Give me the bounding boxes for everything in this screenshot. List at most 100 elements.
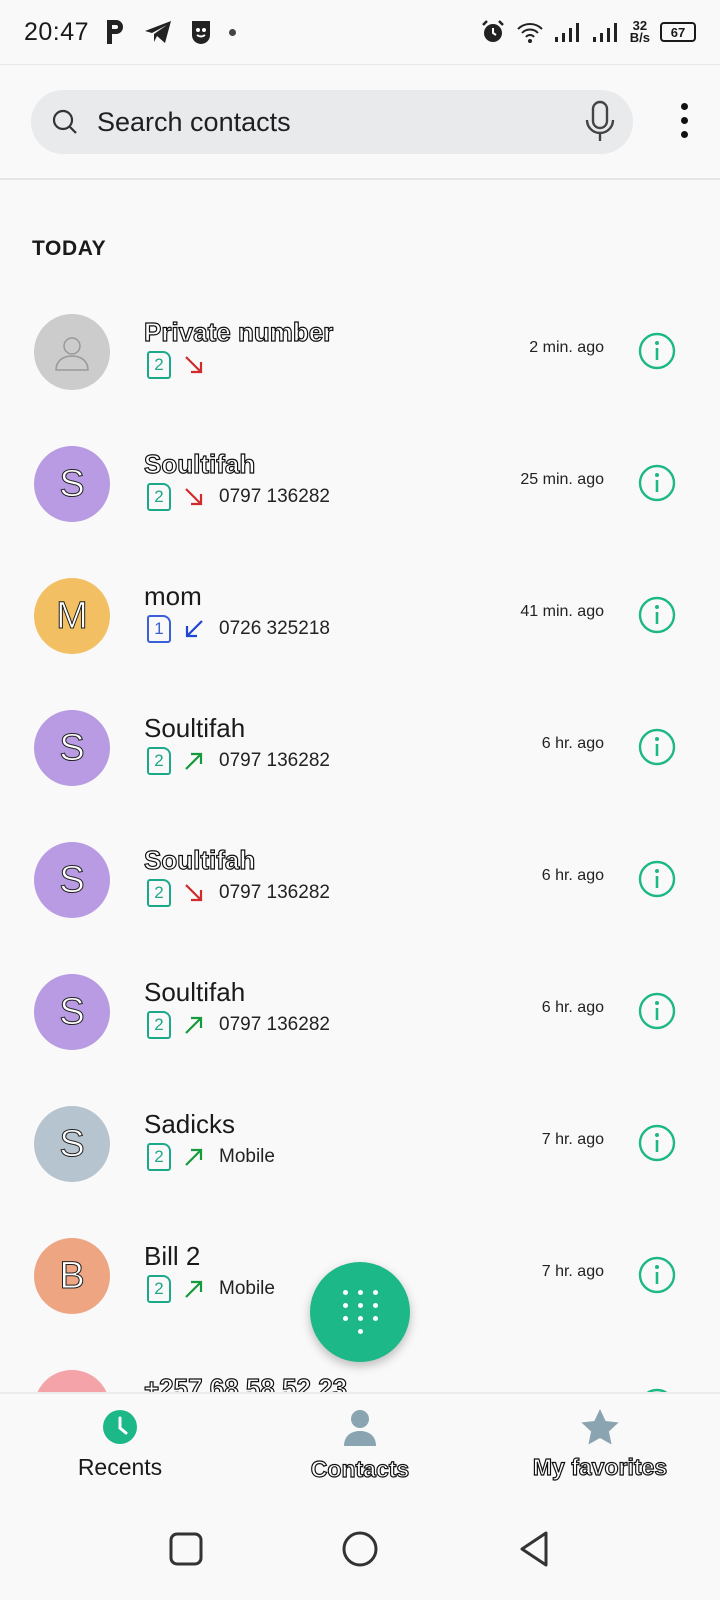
info-icon[interactable]: [638, 332, 676, 370]
avatar: S: [34, 710, 110, 786]
call-time: 7 hr. ago: [541, 1263, 604, 1280]
outgoing-call-arrow-icon: [185, 752, 203, 770]
phone-number: Mobile: [219, 1278, 275, 1299]
call-details: 2 Mobile: [147, 1143, 275, 1171]
sim-card-icon: 2: [147, 483, 171, 511]
avatar-letter: S: [59, 990, 85, 1033]
info-icon[interactable]: [638, 596, 676, 634]
system-navigation-bar: [0, 1498, 720, 1600]
info-icon[interactable]: [638, 860, 676, 898]
unknown-contact-icon: [55, 337, 89, 371]
network-speed-unit: B/s: [629, 30, 650, 45]
caller-name: Sadicks: [144, 1109, 236, 1139]
sim-card-icon: 1: [147, 615, 171, 643]
battery-icon: 67: [660, 22, 696, 42]
network-speed: 32 B/s: [629, 19, 650, 45]
outgoing-call-arrow-icon: [185, 1280, 203, 1298]
call-log-row[interactable]: S Soultifah 2 0797 136282 6 hr. ago: [0, 815, 720, 947]
microphone-icon[interactable]: [583, 100, 617, 144]
info-icon[interactable]: [638, 1124, 676, 1162]
call-log-row[interactable]: S Sadicks 2 Mobile 7 hr. ago: [0, 1079, 720, 1211]
back-triangle-icon[interactable]: [514, 1529, 554, 1569]
avatar: B: [34, 1238, 110, 1314]
call-time: 6 hr. ago: [541, 999, 604, 1016]
section-label-today: TODAY: [32, 237, 107, 260]
search-bar[interactable]: Search contacts: [31, 90, 633, 154]
sim-card-icon: 2: [147, 351, 171, 379]
p-app-icon: [107, 20, 124, 44]
caller-name: +257 68 58 52 23: [143, 1372, 348, 1392]
missed-call-arrow-icon: [185, 884, 203, 902]
call-time: 41 min. ago: [520, 603, 604, 620]
dialpad-button[interactable]: [310, 1262, 410, 1362]
recents-clock-icon: [103, 1410, 137, 1444]
battery-level: 67: [670, 24, 686, 40]
header: Search contacts: [0, 64, 720, 180]
missed-call-arrow-icon: [185, 356, 203, 374]
avatar: S: [34, 1106, 110, 1182]
avatar: S: [34, 446, 110, 522]
outgoing-call-arrow-icon: [185, 1016, 203, 1034]
missed-call-arrow-icon: [185, 488, 203, 506]
call-log-row[interactable]: S Soultifah 2 0797 136282 6 hr. ago: [0, 947, 720, 1079]
outgoing-call-arrow-icon: [185, 1148, 203, 1166]
call-details: 2 0797 136282: [147, 483, 330, 511]
call-log-row[interactable]: Mmom 1 0726 325218 41 min. ago: [0, 551, 720, 683]
avatar: S: [34, 974, 110, 1050]
phone-number: Mobile: [219, 1146, 275, 1167]
recent-apps-square-icon[interactable]: [166, 1529, 206, 1569]
tab-recents[interactable]: Recents: [30, 1408, 210, 1481]
home-circle-icon[interactable]: [340, 1529, 380, 1569]
call-log-row[interactable]: Private number 2 2 min. ago: [0, 287, 720, 419]
info-icon[interactable]: [638, 464, 676, 502]
call-time: 7 hr. ago: [541, 1131, 604, 1148]
shield-app-icon: [192, 21, 211, 44]
info-icon[interactable]: [638, 1256, 676, 1294]
call-log-list[interactable]: Private number 2 2 min. ago S Soultifah 2 0797…: [0, 287, 720, 1392]
call-details: 2 Mobile: [147, 1275, 275, 1303]
avatar-letter: S: [59, 726, 85, 769]
favorites-star-icon: [581, 1409, 619, 1445]
call-details: 1 0726 325218: [147, 615, 330, 643]
caller-name: Bill 2: [144, 1241, 201, 1271]
sim-card-icon: 2: [147, 1143, 171, 1171]
search-input[interactable]: Search contacts: [97, 107, 583, 138]
phone-number: 0797 136282: [219, 486, 330, 507]
tab-favorites[interactable]: My favorites: [510, 1408, 690, 1481]
avatar: [34, 314, 110, 390]
avatar-letter: S: [59, 858, 85, 901]
call-log-row[interactable]: S Soultifah 2 0797 136282 6 hr. ago: [0, 683, 720, 815]
avatar: S: [34, 842, 110, 918]
call-details: 2: [147, 351, 219, 379]
more-options-icon[interactable]: [681, 103, 688, 138]
info-icon[interactable]: [638, 992, 676, 1030]
info-icon[interactable]: [638, 728, 676, 766]
tab-contacts[interactable]: Contacts: [270, 1408, 450, 1483]
caller-name: Soultifah: [144, 977, 246, 1007]
caller-name: Soultifah: [144, 713, 246, 743]
search-icon: [52, 109, 77, 134]
avatar-letter: M: [56, 594, 89, 637]
phone-number: 0726 325218: [219, 618, 330, 639]
status-time: 20:47: [24, 17, 90, 46]
caller-name: mom: [144, 581, 202, 611]
call-time: 25 min. ago: [520, 471, 604, 488]
call-log-row[interactable]: S Soultifah 2 0797 136282 25 min. ago: [0, 419, 720, 551]
call-time: 6 hr. ago: [541, 735, 604, 752]
phone-number: 0797 136282: [219, 1014, 330, 1035]
call-details: 2 0797 136282: [147, 879, 330, 907]
incoming-call-arrow-icon: [185, 620, 203, 638]
call-time: 6 hr. ago: [541, 867, 604, 884]
phone-number: 0797 136282: [219, 750, 330, 771]
status-right: 32 B/s 67: [480, 19, 696, 45]
avatar-letter: B: [59, 1254, 85, 1297]
avatar-letter: S: [59, 462, 85, 505]
tab-recents-label: Recents: [77, 1454, 163, 1480]
sim-card-icon: 2: [147, 879, 171, 907]
alarm-icon: [481, 20, 504, 42]
more-notifications-icon: [229, 28, 237, 36]
tab-favorites-label: My favorites: [532, 1453, 668, 1480]
avatar: [34, 1370, 110, 1392]
signal-icon-1: [554, 23, 579, 42]
call-details: 2 0797 136282: [147, 747, 330, 775]
